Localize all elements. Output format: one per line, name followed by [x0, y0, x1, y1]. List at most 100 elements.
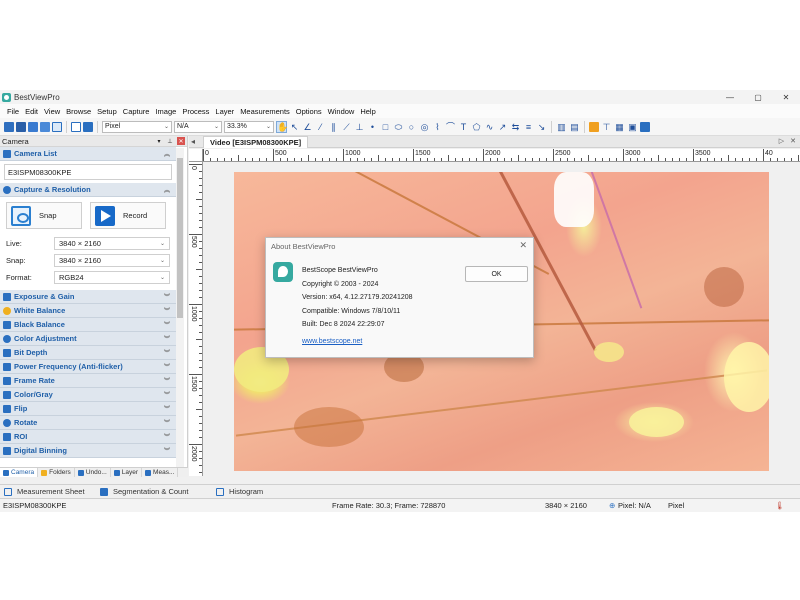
section-power-frequency[interactable]: Power Frequency (Anti-flicker) ︾	[0, 360, 176, 374]
menu-process[interactable]: Process	[179, 107, 212, 116]
expand-icon[interactable]: ︾	[164, 376, 170, 385]
freehand-tool-icon[interactable]: ∿	[484, 122, 495, 132]
text-tool-icon[interactable]: T	[458, 122, 469, 132]
line-tool-icon[interactable]: ⁄	[315, 122, 326, 132]
menu-file[interactable]: File	[4, 107, 22, 116]
section-frame-rate[interactable]: Frame Rate ︾	[0, 374, 176, 388]
ellipse-tool-icon[interactable]: ⬭	[393, 122, 404, 132]
tab-measurements[interactable]: Meas...	[142, 468, 179, 477]
settings-icon[interactable]	[640, 121, 650, 132]
tab-video[interactable]: Video [E3ISPM08300KPE]	[203, 135, 309, 148]
camera-list-item[interactable]: E3ISPM08300KPE	[4, 164, 172, 180]
tab-measurement-sheet[interactable]: Measurement Sheet	[0, 485, 90, 499]
export-icon[interactable]: ▦	[614, 122, 625, 132]
section-camera-list[interactable]: Camera List ︽	[0, 147, 176, 161]
panel-scrollbar[interactable]	[176, 148, 184, 468]
expand-icon[interactable]: ︾	[164, 404, 170, 413]
close-window-button[interactable]: ✕	[772, 90, 800, 104]
menu-capture[interactable]: Capture	[120, 107, 153, 116]
snap-resolution-select[interactable]: 3840 × 2160 ⌄	[54, 254, 170, 267]
menu-edit[interactable]: Edit	[22, 107, 41, 116]
pointer-tool-icon[interactable]: ↖	[289, 122, 300, 132]
polyline-tool-icon[interactable]: ⟋	[341, 122, 352, 132]
menu-setup[interactable]: Setup	[94, 107, 120, 116]
section-roi[interactable]: ROI ︾	[0, 430, 176, 444]
circle-tool-icon[interactable]: ○	[406, 122, 417, 132]
section-capture-resolution[interactable]: Capture & Resolution ︽	[0, 183, 176, 197]
maximize-button[interactable]: ▢	[744, 90, 772, 104]
tab-undo[interactable]: Undo...	[75, 468, 111, 477]
grid-icon[interactable]	[83, 121, 93, 132]
arc-tool-icon[interactable]: ⌒	[445, 122, 456, 132]
edit-mode-icon[interactable]: ↘	[536, 122, 547, 132]
hand-tool-icon[interactable]: ✋	[276, 120, 288, 133]
parallel-tool-icon[interactable]: ∥	[328, 122, 339, 132]
tab-segmentation-count[interactable]: Segmentation & Count	[96, 485, 208, 499]
scrollbar-thumb[interactable]	[177, 158, 183, 318]
dialog-close-icon[interactable]: ✕	[519, 240, 527, 251]
section-black-balance[interactable]: Black Balance ︾	[0, 318, 176, 332]
open-icon[interactable]	[4, 121, 14, 132]
format-select[interactable]: RGB24 ⌄	[54, 271, 170, 284]
section-exposure-gain[interactable]: Exposure & Gain ︾	[0, 290, 176, 304]
point-tool-icon[interactable]: •	[367, 122, 378, 132]
save-all-icon[interactable]	[28, 121, 38, 132]
section-color-adjustment[interactable]: Color Adjustment ︾	[0, 332, 176, 346]
tab-camera[interactable]: Camera	[0, 468, 39, 477]
section-rotate[interactable]: Rotate ︾	[0, 416, 176, 430]
save-icon[interactable]	[16, 121, 26, 132]
stitch-icon[interactable]	[589, 121, 599, 132]
unit-select[interactable]: Pixel ⌄	[102, 120, 172, 133]
rectangle-tool-icon[interactable]: □	[380, 122, 391, 132]
section-white-balance[interactable]: White Balance ︾	[0, 304, 176, 318]
arrow-tool-icon[interactable]: ↗	[497, 122, 508, 132]
close-tab-icon[interactable]: ✕	[790, 137, 796, 145]
annulus-tool-icon[interactable]: ◎	[419, 122, 430, 132]
folder-icon[interactable]	[71, 121, 81, 132]
tab-layer[interactable]: Layer	[111, 468, 143, 477]
ok-button[interactable]: OK	[465, 266, 528, 282]
report-icon[interactable]: ▣	[627, 122, 638, 132]
polygon-tool-icon[interactable]: ⬠	[471, 122, 482, 132]
angle-tool-icon[interactable]: ∠	[302, 122, 313, 132]
levels-icon[interactable]: ▤	[569, 122, 580, 132]
expand-icon[interactable]: ︾	[164, 432, 170, 441]
minimize-button[interactable]: —	[716, 90, 744, 104]
calibration-icon[interactable]: ≡	[523, 122, 534, 132]
scale-bar-icon[interactable]: ⇆	[510, 122, 521, 132]
expand-icon[interactable]: ︾	[164, 348, 170, 357]
section-flip[interactable]: Flip ︾	[0, 402, 176, 416]
menu-help[interactable]: Help	[357, 107, 378, 116]
tab-folders[interactable]: Folders	[38, 468, 75, 477]
section-digital-binning[interactable]: Digital Binning ︾	[0, 444, 176, 458]
align-icon[interactable]: ⊤	[601, 122, 612, 132]
perpendicular-tool-icon[interactable]: ⊥	[354, 122, 365, 132]
expand-icon[interactable]: ︾	[164, 292, 170, 301]
histogram-icon[interactable]: ▥	[556, 122, 567, 132]
expand-icon[interactable]: ︾	[164, 362, 170, 371]
magnification-select[interactable]: N/A ⌄	[174, 120, 222, 133]
expand-icon[interactable]: ︾	[164, 334, 170, 343]
snap-button[interactable]: Snap	[6, 202, 82, 229]
camera-icon[interactable]	[52, 121, 62, 132]
zoom-select[interactable]: 33.3% ⌄	[224, 120, 274, 133]
close-panel-icon[interactable]: ✕	[177, 137, 185, 145]
section-bit-depth[interactable]: Bit Depth ︾	[0, 346, 176, 360]
pin-icon[interactable]: ⊥	[166, 137, 174, 145]
panel-menu-icon[interactable]: ▾	[155, 137, 163, 145]
tab-list-icon[interactable]: ▷	[779, 137, 784, 145]
curve-tool-icon[interactable]: ⌇	[432, 122, 443, 132]
expand-icon[interactable]: ︾	[164, 306, 170, 315]
scroll-tabs-left-icon[interactable]: ◂	[191, 137, 195, 146]
collapse-icon[interactable]: ︽	[164, 185, 170, 194]
menu-layer[interactable]: Layer	[212, 107, 237, 116]
print-icon[interactable]	[40, 121, 50, 132]
menu-measurements[interactable]: Measurements	[237, 107, 293, 116]
menu-window[interactable]: Window	[325, 107, 358, 116]
menu-image[interactable]: Image	[152, 107, 179, 116]
expand-icon[interactable]: ︾	[164, 390, 170, 399]
expand-icon[interactable]: ︾	[164, 320, 170, 329]
tab-histogram[interactable]: Histogram	[212, 485, 267, 499]
menu-options[interactable]: Options	[293, 107, 325, 116]
collapse-icon[interactable]: ︽	[164, 149, 170, 158]
